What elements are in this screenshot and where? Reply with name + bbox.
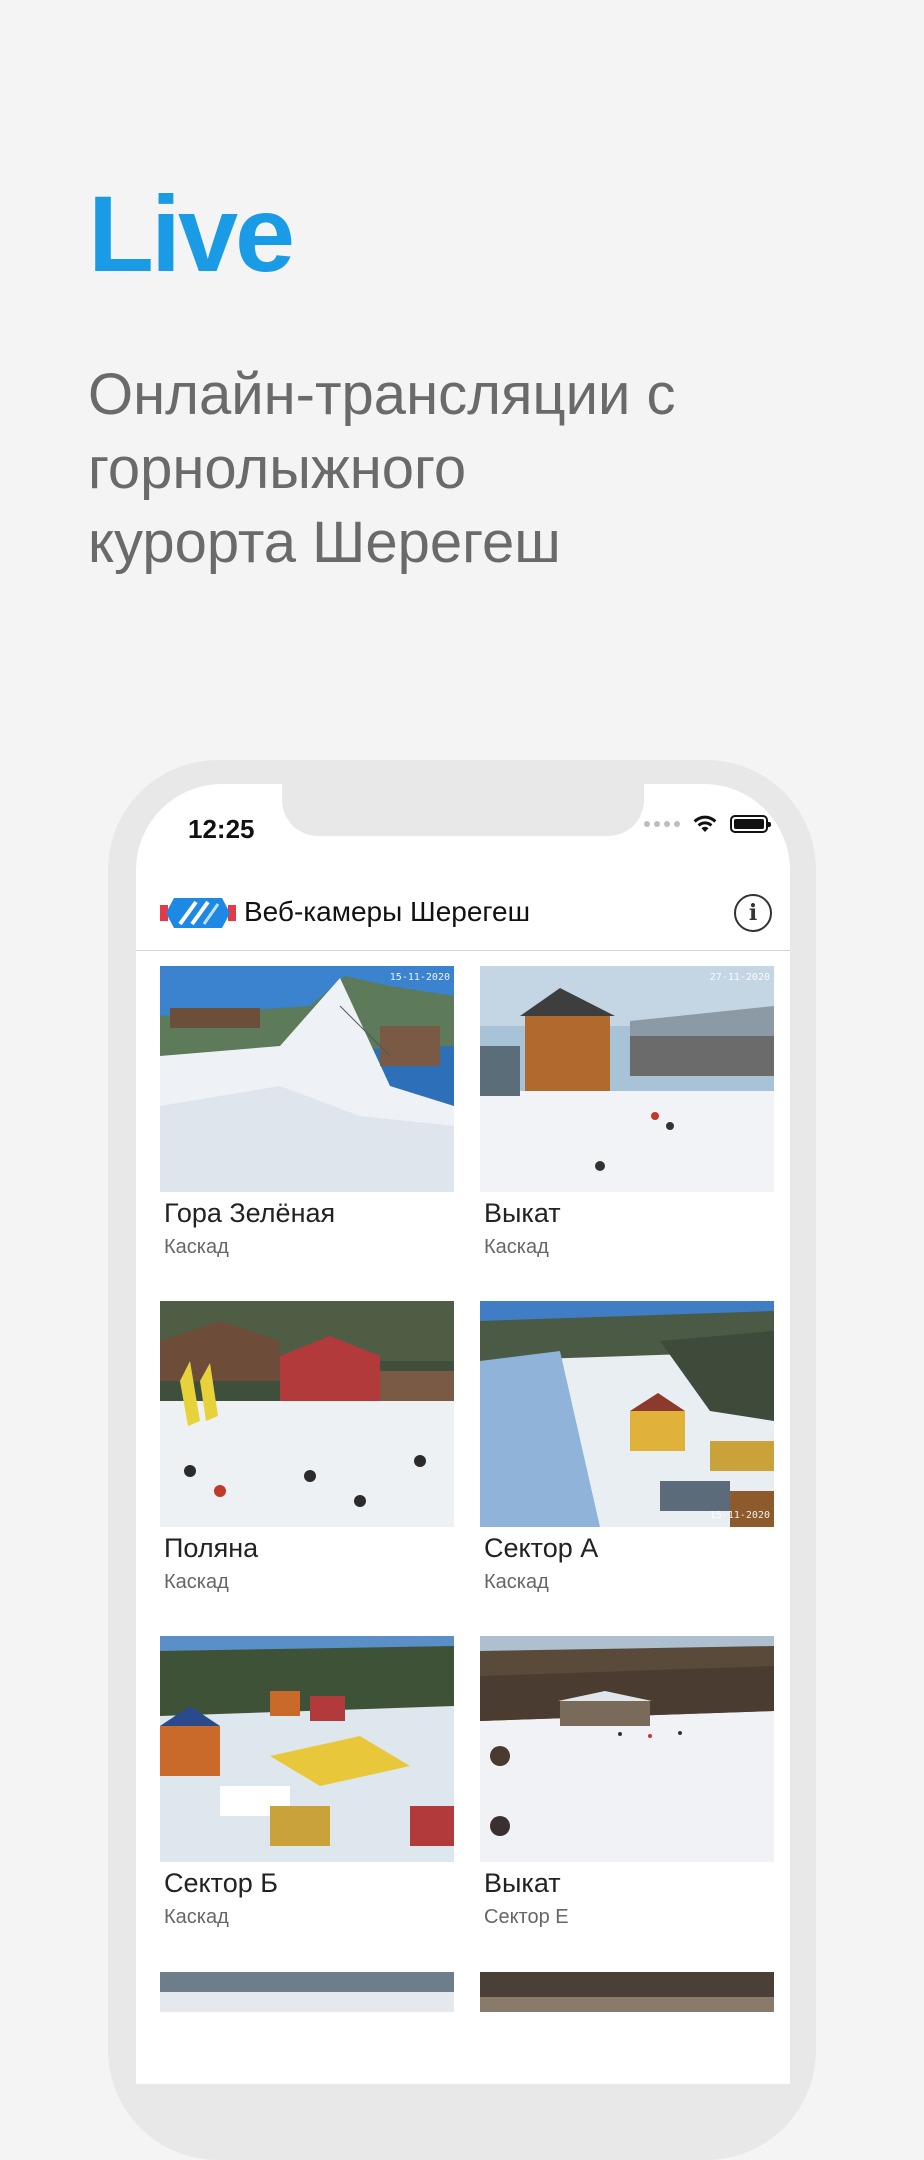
- hero-subtitle-line: горнолыжного: [88, 436, 467, 501]
- camera-card[interactable]: Выкат Сектор Е: [480, 1636, 774, 1931]
- camera-group: Каскад: [484, 1236, 549, 1258]
- camera-group: Сектор Е: [484, 1906, 569, 1928]
- next-row-peek: [160, 1972, 774, 2012]
- camera-group: Каскад: [164, 1571, 229, 1593]
- hero-subtitle-line: курорта Шерегеш: [88, 510, 561, 575]
- camera-name: Сектор Б: [164, 1868, 278, 1898]
- camera-card[interactable]: Сектор Б Каскад: [160, 1636, 454, 1931]
- camera-grid: 15-11-2020 Гора Зелёная Каскад 27-11-202…: [160, 966, 774, 1931]
- camera-thumbnail[interactable]: [160, 1636, 454, 1862]
- camera-card[interactable]: Поляна Каскад: [160, 1301, 454, 1596]
- app-title: Веб-камеры Шерегеш: [244, 896, 531, 927]
- hero-subtitle: Онлайн-трансляции с горнолыжного курорта…: [88, 358, 888, 580]
- battery-icon: [730, 815, 771, 833]
- camera-thumbnail[interactable]: [480, 1636, 774, 1862]
- camera-name: Выкат: [484, 1198, 561, 1228]
- hero-title: Live: [88, 173, 295, 294]
- signal-icon: [644, 821, 680, 827]
- camera-timestamp: 15-11-2020: [389, 972, 450, 983]
- camera-name: Выкат: [484, 1868, 561, 1898]
- camera-thumbnail[interactable]: 27-11-2020: [480, 966, 774, 1192]
- status-time: 12:25: [188, 814, 255, 844]
- phone-screen: 12:25 Веб-камеры Шерегеш i 15-11-2020 Го…: [136, 784, 790, 2084]
- info-icon[interactable]: i: [734, 894, 772, 932]
- wifi-icon: [693, 815, 717, 832]
- camera-thumbnail[interactable]: [160, 1301, 454, 1527]
- camera-timestamp: 27-11-2020: [709, 972, 770, 983]
- camera-card[interactable]: 27-11-2020 Выкат Каскад: [480, 966, 774, 1261]
- camera-thumbnail[interactable]: [480, 1972, 774, 2012]
- status-icons: [644, 814, 771, 834]
- camera-thumbnail[interactable]: [160, 1972, 454, 2012]
- sheregesh-logo-icon: [160, 898, 236, 928]
- app-header: Веб-камеры Шерегеш i: [136, 874, 790, 951]
- camera-name: Поляна: [164, 1533, 259, 1563]
- camera-card[interactable]: 15-11-2020 Гора Зелёная Каскад: [160, 966, 454, 1261]
- camera-thumbnail[interactable]: 15-11-2020: [160, 966, 454, 1192]
- hero-subtitle-line: Онлайн-трансляции с: [88, 362, 676, 427]
- phone-notch: [282, 784, 644, 836]
- camera-group: Каскад: [164, 1236, 229, 1258]
- camera-card[interactable]: 15-11-2020 Сектор А Каскад: [480, 1301, 774, 1596]
- camera-name: Сектор А: [484, 1533, 599, 1563]
- camera-group: Каскад: [484, 1571, 549, 1593]
- camera-thumbnail[interactable]: 15-11-2020: [480, 1301, 774, 1527]
- camera-group: Каскад: [164, 1906, 229, 1928]
- camera-name: Гора Зелёная: [164, 1198, 336, 1228]
- camera-timestamp: 15-11-2020: [709, 1510, 770, 1521]
